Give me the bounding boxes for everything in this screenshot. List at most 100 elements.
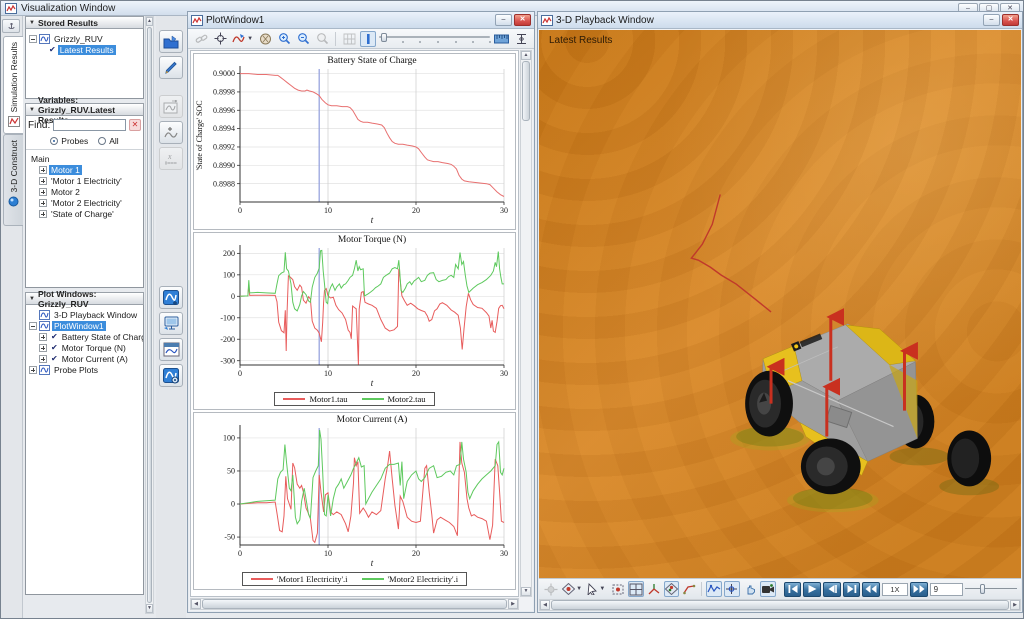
- tree-row[interactable]: ✔Battery State of Charge: [36, 331, 143, 342]
- scroll-right-icon[interactable]: ▶: [1010, 600, 1020, 610]
- tab-simulation-results[interactable]: Simulation Results: [3, 36, 23, 134]
- scroll-up-icon[interactable]: ▲: [146, 17, 153, 26]
- collapse-box-icon[interactable]: [29, 322, 37, 330]
- new-plot-window-button[interactable]: [159, 286, 183, 309]
- tree-row[interactable]: 'Motor 1 Electricity': [36, 175, 143, 186]
- plot-settings-button[interactable]: [159, 364, 183, 387]
- scroll-up-icon[interactable]: ▲: [521, 51, 531, 60]
- tree-row[interactable]: Grizzly_RUV: [26, 33, 143, 44]
- grid-toggle-button[interactable]: [341, 31, 357, 47]
- grid-toggle-button[interactable]: [628, 581, 644, 597]
- tree-row[interactable]: 'State of Charge': [36, 208, 143, 219]
- add-curve-button[interactable]: [159, 121, 183, 144]
- pan-hand-button[interactable]: [257, 31, 273, 47]
- play-button[interactable]: [803, 582, 821, 597]
- model-gimbal-button[interactable]: [543, 581, 559, 597]
- expand-box-icon[interactable]: [39, 355, 47, 363]
- tree-row[interactable]: Motor 2: [36, 186, 143, 197]
- trace-path-button[interactable]: [681, 581, 697, 597]
- skip-to-start-button[interactable]: [784, 582, 802, 597]
- playback-window-item[interactable]: 3-D Playback Window: [52, 310, 139, 320]
- expand-box-icon[interactable]: [39, 166, 47, 174]
- chart-panel-torque[interactable]: 2001000-100-200-3000102030Motor Torque (…: [193, 232, 516, 410]
- minimize-button[interactable]: –: [983, 14, 1000, 26]
- tree-row[interactable]: 3-D Playback Window: [36, 309, 143, 320]
- chart-panel-current[interactable]: 100500-500102030Motor Current (A)t 'Moto…: [193, 412, 516, 590]
- latest-results-label[interactable]: Latest Results: [58, 45, 116, 55]
- tab-3d-construct[interactable]: 3-D Construct: [3, 134, 23, 226]
- show-playback-window-button[interactable]: [159, 312, 183, 335]
- expand-box-icon[interactable]: [39, 333, 47, 341]
- probe-curve-button[interactable]: [706, 581, 722, 597]
- scroll-left-icon[interactable]: ◀: [540, 600, 550, 610]
- timeline-slider[interactable]: [965, 583, 1017, 595]
- expand-box-icon[interactable]: [39, 210, 47, 218]
- frame-input[interactable]: 9: [930, 583, 964, 596]
- tree-row[interactable]: Probe Plots: [26, 364, 143, 375]
- zoom-out-button[interactable]: [295, 31, 311, 47]
- result-set-label[interactable]: Grizzly_RUV: [52, 34, 105, 44]
- tree-row[interactable]: Main: [26, 153, 143, 164]
- collapse-box-icon[interactable]: [29, 35, 37, 43]
- perspective-camera-button[interactable]: [664, 581, 680, 597]
- tree-row[interactable]: ✔Motor Current (A): [36, 353, 143, 364]
- faster-button[interactable]: [910, 582, 928, 597]
- probe-plot-button[interactable]: [159, 95, 183, 118]
- plot-horizontal-scrollbar[interactable]: ◀ ▶: [190, 598, 519, 610]
- probe-plots-item[interactable]: Probe Plots: [52, 365, 100, 375]
- stored-results-header[interactable]: ▼ Stored Results: [25, 16, 144, 29]
- scroll-right-icon[interactable]: ▶: [508, 599, 518, 609]
- zoom-box-button[interactable]: [314, 31, 330, 47]
- camera-view-button[interactable]: ▼: [561, 581, 583, 597]
- scrollbar-thumb[interactable]: [147, 27, 152, 603]
- track-object-button[interactable]: [724, 581, 740, 597]
- radio-all[interactable]: All: [98, 136, 118, 146]
- cursor-line-toggle-button[interactable]: [360, 31, 376, 47]
- scrollbar-thumb[interactable]: [522, 61, 530, 121]
- scroll-down-icon[interactable]: ▼: [521, 587, 531, 596]
- variables-header[interactable]: ▼ Variables: Grizzly_RUV.Latest Results: [25, 103, 144, 116]
- plotwindow1-item[interactable]: PlotWindow1: [52, 321, 106, 331]
- record-camera-button[interactable]: [760, 581, 776, 597]
- select-cursor-button[interactable]: ▼: [585, 581, 607, 597]
- follow-hand-button[interactable]: [742, 581, 758, 597]
- pan-crosshair-button[interactable]: [212, 31, 228, 47]
- zoom-fit-button[interactable]: [610, 581, 626, 597]
- slider-knob[interactable]: [381, 33, 387, 42]
- link-plots-button[interactable]: [193, 31, 209, 47]
- open-results-button[interactable]: [159, 30, 183, 53]
- step-back-button[interactable]: [823, 582, 841, 597]
- radio-probes[interactable]: Probes: [50, 136, 88, 146]
- axes-toggle-button[interactable]: [646, 581, 662, 597]
- 3d-viewport[interactable]: Latest Results: [539, 30, 1021, 578]
- find-input[interactable]: [53, 119, 126, 131]
- tree-row[interactable]: PlotWindow1: [26, 320, 143, 331]
- playback-horizontal-scrollbar[interactable]: ◀ ▶: [539, 599, 1021, 611]
- minimize-button[interactable]: –: [495, 14, 512, 26]
- tree-row[interactable]: ✔ Latest Results: [44, 44, 143, 55]
- plot-strip-button[interactable]: [159, 338, 183, 361]
- clear-find-icon[interactable]: ✕: [129, 119, 141, 131]
- zoom-in-button[interactable]: [276, 31, 292, 47]
- tree-row[interactable]: 'Motor 2 Electricity': [36, 197, 143, 208]
- left-column-scrollbar[interactable]: ▲ ▼: [145, 16, 154, 614]
- plot-windows-header[interactable]: ▼ Plot Windows: Grizzly_RUV: [25, 292, 144, 305]
- tree-row[interactable]: ✔Motor Torque (N): [36, 342, 143, 353]
- scrollbar-thumb[interactable]: [551, 600, 1009, 610]
- skip-to-end-button[interactable]: [843, 582, 861, 597]
- edit-results-button[interactable]: [159, 56, 183, 79]
- expand-box-icon[interactable]: [39, 344, 47, 352]
- playback-window-titlebar[interactable]: 3-D Playback Window – ✕: [538, 12, 1022, 29]
- dock-anchor-button[interactable]: [2, 19, 20, 33]
- expand-box-icon[interactable]: [39, 188, 47, 196]
- scrollbar-thumb[interactable]: [202, 599, 507, 609]
- scroll-left-icon[interactable]: ◀: [191, 599, 201, 609]
- cursor-position-slider[interactable]: [379, 33, 490, 45]
- chart-panel-battery[interactable]: 0.90000.89980.89960.89940.89920.89900.89…: [193, 53, 516, 230]
- tree-row[interactable]: Motor 1: [36, 164, 143, 175]
- ruler-button[interactable]: [493, 31, 510, 47]
- fit-extents-button[interactable]: [513, 31, 529, 47]
- x-axis-button[interactable]: x: [159, 147, 183, 170]
- expand-box-icon[interactable]: [39, 199, 47, 207]
- expand-box-icon[interactable]: [39, 177, 47, 185]
